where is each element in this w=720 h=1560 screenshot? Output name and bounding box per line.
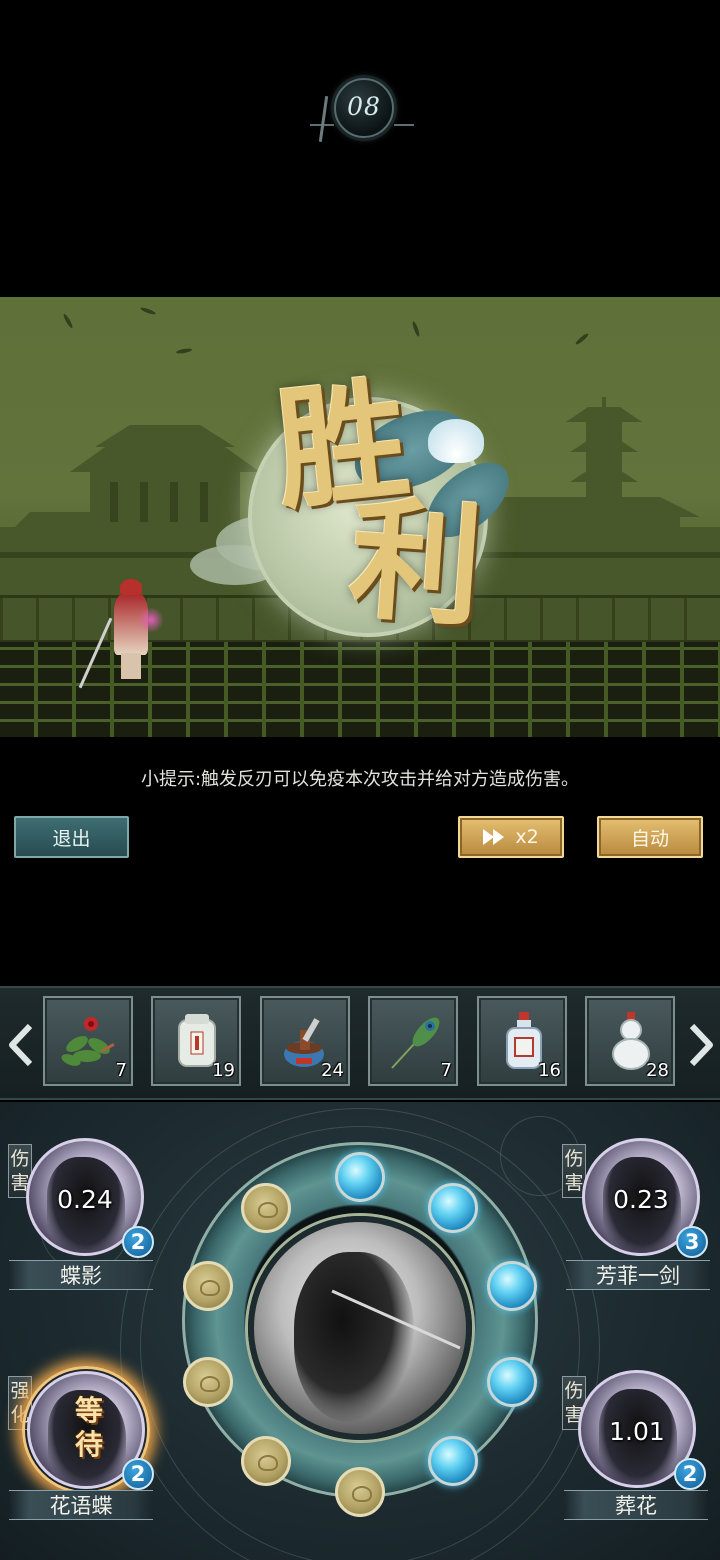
speed-button[interactable]: x2	[458, 816, 564, 858]
character-legs	[121, 653, 141, 679]
round-indicator: 08	[310, 76, 414, 142]
energy-orb-filled	[335, 1152, 385, 1202]
item-count: 7	[440, 1060, 452, 1081]
item-count: 19	[212, 1060, 235, 1081]
skill-bottom-right[interactable]: 伤害 1.01 2 葬花	[558, 1366, 720, 1526]
skill-level-badge: 3	[676, 1226, 708, 1258]
active-character-portrait[interactable]	[248, 1216, 472, 1440]
item-count: 16	[538, 1060, 561, 1081]
energy-orb-empty	[183, 1261, 233, 1311]
skill-name: 花语蝶	[9, 1490, 153, 1520]
victory-title: 胜 利	[268, 362, 487, 646]
item-count: 7	[115, 1060, 127, 1081]
auto-button[interactable]: 自动	[597, 816, 703, 858]
skill-cooldown: 0.24	[57, 1185, 113, 1214]
ink-swordsman-figure	[294, 1252, 414, 1422]
chevron-right-icon[interactable]	[682, 1020, 718, 1070]
skill-level-badge: 2	[122, 1458, 154, 1490]
red-flower-herb-icon	[61, 1017, 115, 1066]
skill-top-right[interactable]: 伤害 0.23 3 芳菲一剑	[558, 1134, 720, 1294]
skill-status: 等待	[74, 1394, 103, 1461]
energy-orb-empty	[241, 1183, 291, 1233]
item-slot[interactable]: 7	[368, 996, 458, 1086]
speed-button-label: x2	[515, 826, 539, 848]
battle-tip: 小提示:触发反刃可以免疫本次攻击并给对方造成伤害。	[140, 769, 580, 790]
chevron-left-icon[interactable]	[4, 1020, 40, 1070]
fast-forward-icon	[483, 829, 505, 845]
magic-glow	[138, 607, 164, 633]
round-line-right	[394, 124, 414, 126]
skill-name: 葬花	[564, 1490, 708, 1520]
skill-cooldown: 0.23	[613, 1185, 669, 1214]
item-slot[interactable]: 16	[477, 996, 567, 1086]
round-brush-stroke	[318, 96, 329, 142]
skill-name: 芳菲一剑	[566, 1260, 710, 1290]
peacock-feather-icon	[391, 1017, 440, 1069]
auto-button-label: 自动	[630, 827, 669, 850]
skill-cooldown: 1.01	[609, 1417, 665, 1446]
energy-orb-filled	[428, 1436, 478, 1486]
energy-orb-empty	[241, 1436, 291, 1486]
round-number: 08	[347, 92, 381, 121]
energy-orb-empty	[183, 1357, 233, 1407]
item-slot[interactable]: 24	[260, 996, 350, 1086]
energy-orb-filled	[428, 1183, 478, 1233]
character-hat	[120, 579, 142, 595]
skill-level-badge: 2	[122, 1226, 154, 1258]
energy-orb-empty	[335, 1467, 385, 1517]
item-count: 28	[646, 1060, 669, 1081]
skill-name: 蝶影	[9, 1260, 153, 1290]
exit-button-label: 退出	[52, 827, 91, 850]
energy-orb-filled	[487, 1357, 537, 1407]
player-character	[78, 579, 164, 689]
victory-char-2: 利	[344, 481, 488, 646]
item-count: 24	[321, 1060, 344, 1081]
skill-top-left[interactable]: 伤害 0.24 2 蝶影	[0, 1134, 160, 1294]
item-slot[interactable]: 7	[43, 996, 133, 1086]
item-slot[interactable]: 28	[585, 996, 675, 1086]
item-slot[interactable]: 19	[151, 996, 241, 1086]
battle-scene: 胜 利	[0, 297, 720, 737]
skill-bottom-left[interactable]: 强化 等待 2 花语蝶	[0, 1366, 160, 1526]
skill-level-badge: 2	[674, 1458, 706, 1490]
exit-button[interactable]: 退出	[14, 816, 129, 858]
energy-orb-filled	[487, 1261, 537, 1311]
